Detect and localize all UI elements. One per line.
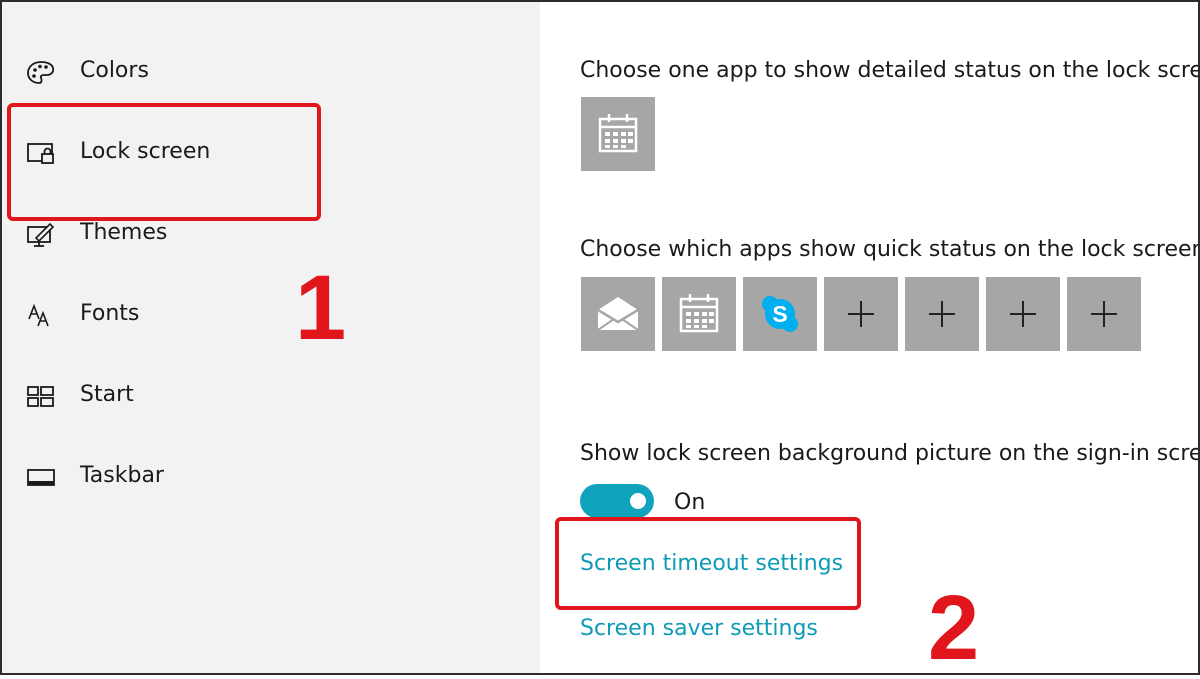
step-number-1: 1 <box>295 257 347 359</box>
sidebar-item-fonts[interactable]: Fonts <box>2 285 540 345</box>
sidebar-item-label: Colors <box>80 58 149 83</box>
step-number-2: 2 <box>928 577 980 679</box>
palette-icon <box>26 60 58 86</box>
detailed-status-heading: Choose one app to show detailed status o… <box>580 58 1198 83</box>
start-icon <box>26 384 58 410</box>
calendar-icon <box>598 114 638 153</box>
plus-icon <box>848 301 874 327</box>
themes-icon <box>26 222 58 248</box>
toggle-knob <box>630 493 646 509</box>
screen-saver-settings-link[interactable]: Screen saver settings <box>580 614 818 644</box>
plus-icon <box>929 301 955 327</box>
sidebar: Colors Lock screen Themes Fonts Start Ta… <box>2 2 540 673</box>
sidebar-item-label: Fonts <box>80 301 140 326</box>
quick-status-add-app-slot[interactable] <box>905 277 979 351</box>
plus-icon <box>1010 301 1036 327</box>
taskbar-icon <box>26 465 58 491</box>
quick-status-app-mail[interactable] <box>581 277 655 351</box>
quick-status-app-skype[interactable]: S <box>743 277 817 351</box>
signin-background-toggle[interactable] <box>580 484 654 518</box>
quick-status-add-app-slot[interactable] <box>1067 277 1141 351</box>
sidebar-item-taskbar[interactable]: Taskbar <box>2 447 540 507</box>
svg-text:S: S <box>772 301 787 327</box>
calendar-icon <box>679 294 719 333</box>
lock-screen-icon <box>26 141 58 167</box>
fonts-icon <box>26 303 58 329</box>
sidebar-item-colors[interactable]: Colors <box>2 42 540 102</box>
quick-status-add-app-slot[interactable] <box>986 277 1060 351</box>
mail-icon <box>597 297 639 331</box>
quick-status-heading: Choose which apps show quick status on t… <box>580 237 1198 262</box>
skype-icon: S <box>762 296 798 332</box>
plus-icon <box>1091 301 1117 327</box>
sidebar-item-label: Start <box>80 382 134 407</box>
quick-status-add-app-slot[interactable] <box>824 277 898 351</box>
detailed-status-app-calendar[interactable] <box>581 97 655 171</box>
sidebar-item-themes[interactable]: Themes <box>2 204 540 264</box>
signin-background-heading: Show lock screen background picture on t… <box>580 441 1198 466</box>
sidebar-item-label: Taskbar <box>80 463 164 488</box>
sidebar-item-label: Themes <box>80 220 168 245</box>
sidebar-item-lock-screen[interactable]: Lock screen <box>2 123 540 183</box>
screen-timeout-settings-link[interactable]: Screen timeout settings <box>580 549 843 579</box>
sidebar-item-label: Lock screen <box>80 139 211 164</box>
sidebar-item-start[interactable]: Start <box>2 366 540 426</box>
lock-screen-settings-panel: Choose one app to show detailed status o… <box>540 2 1198 673</box>
toggle-state-label: On <box>674 490 706 515</box>
quick-status-app-calendar[interactable] <box>662 277 736 351</box>
